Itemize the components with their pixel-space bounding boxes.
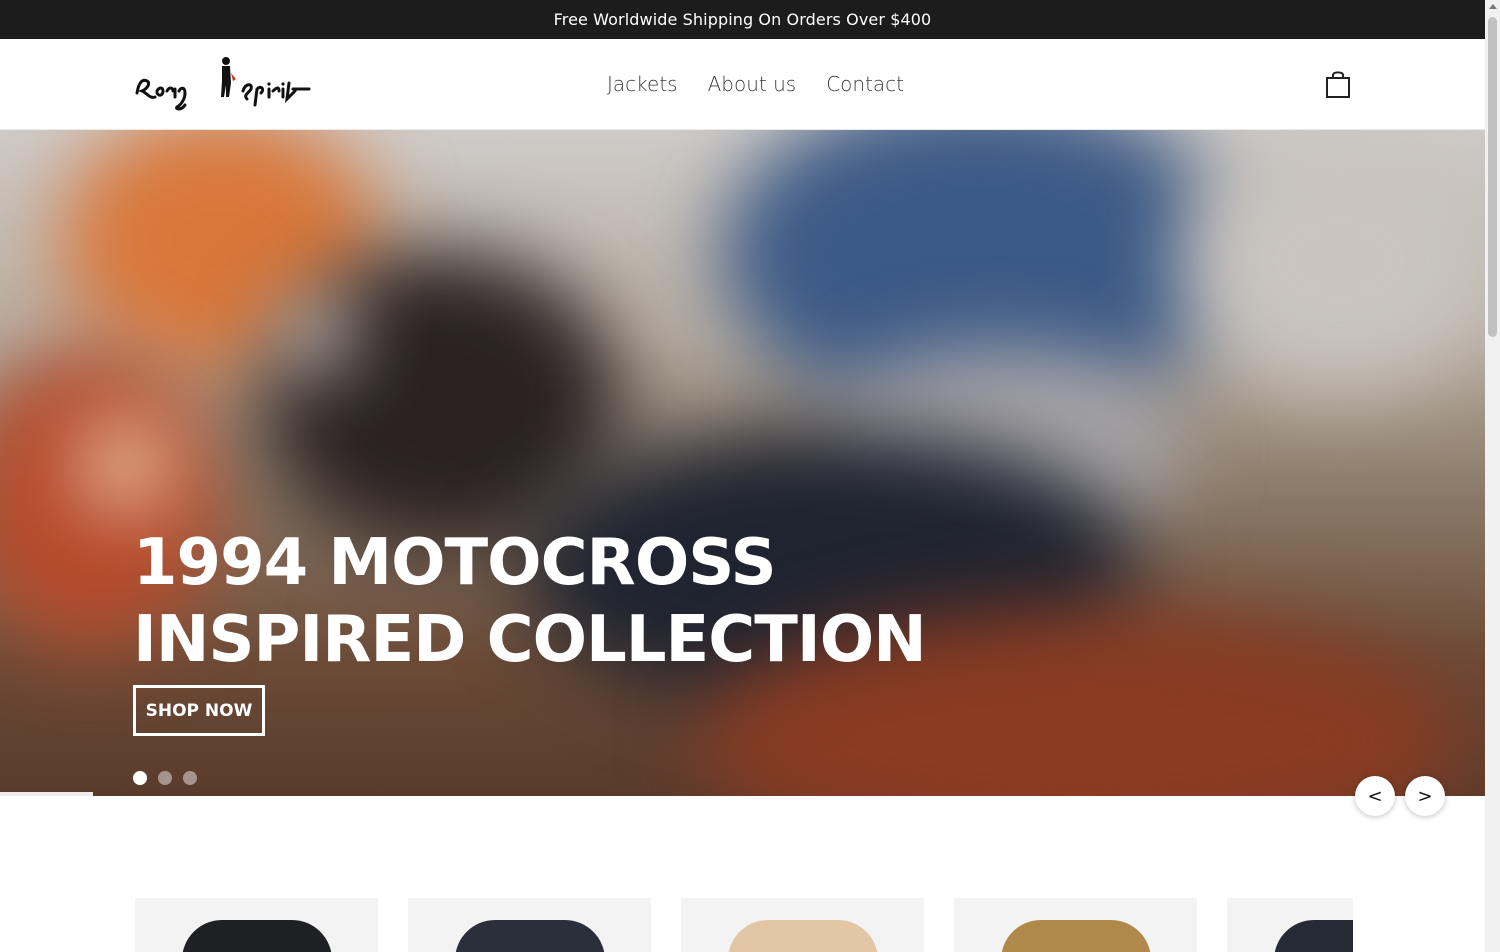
slider-dot-2[interactable] — [158, 771, 172, 785]
product-image — [181, 920, 332, 952]
product-card[interactable] — [135, 898, 378, 952]
nav-about-us[interactable]: About us — [708, 72, 797, 96]
announcement-text: Free Worldwide Shipping On Orders Over $… — [553, 10, 932, 29]
product-grid — [135, 898, 1353, 952]
hero-bg-shape — [1180, 130, 1485, 390]
rider-figure-icon — [221, 57, 236, 97]
product-card[interactable] — [954, 898, 1197, 952]
main-nav: Jackets About us Contact — [607, 72, 904, 96]
shopping-bag-icon[interactable] — [1324, 69, 1352, 99]
next-slide-button[interactable]: > — [1405, 776, 1445, 816]
product-image — [727, 920, 878, 952]
hero-title-line2: INSPIRED COLLECTION — [133, 603, 927, 677]
page-scrollbar[interactable] — [1485, 0, 1500, 952]
slider-dot-1[interactable] — [133, 771, 147, 785]
hero-bg-shape — [80, 420, 170, 510]
logo-script-right — [241, 81, 311, 107]
product-card[interactable] — [681, 898, 924, 952]
hero-banner: 1994 MOTOCROSS INSPIRED COLLECTION SHOP … — [0, 130, 1485, 796]
hero-bg-shape — [280, 300, 350, 370]
product-image — [1000, 920, 1151, 952]
shop-now-button[interactable]: SHOP NOW — [133, 685, 265, 736]
announcement-bar: Free Worldwide Shipping On Orders Over $… — [0, 0, 1485, 39]
slider-dots — [133, 771, 197, 785]
hero-title-line1: 1994 MOTOCROSS — [133, 526, 777, 600]
prev-slide-button[interactable]: < — [1355, 776, 1395, 816]
logo[interactable] — [133, 53, 333, 115]
product-image — [1273, 920, 1353, 952]
nav-contact[interactable]: Contact — [826, 72, 904, 96]
product-image — [454, 920, 605, 952]
site-header: Jackets About us Contact — [0, 39, 1485, 130]
product-card[interactable] — [1227, 898, 1353, 952]
slide-progress-bar — [0, 792, 93, 796]
scroll-up-arrow-icon[interactable] — [1489, 4, 1497, 9]
nav-jackets[interactable]: Jackets — [607, 72, 678, 96]
scrollbar-thumb[interactable] — [1488, 17, 1497, 337]
logo-script-left — [135, 78, 187, 111]
hero-title: 1994 MOTOCROSS INSPIRED COLLECTION — [133, 525, 927, 679]
slider-dot-3[interactable] — [183, 771, 197, 785]
product-card[interactable] — [408, 898, 651, 952]
